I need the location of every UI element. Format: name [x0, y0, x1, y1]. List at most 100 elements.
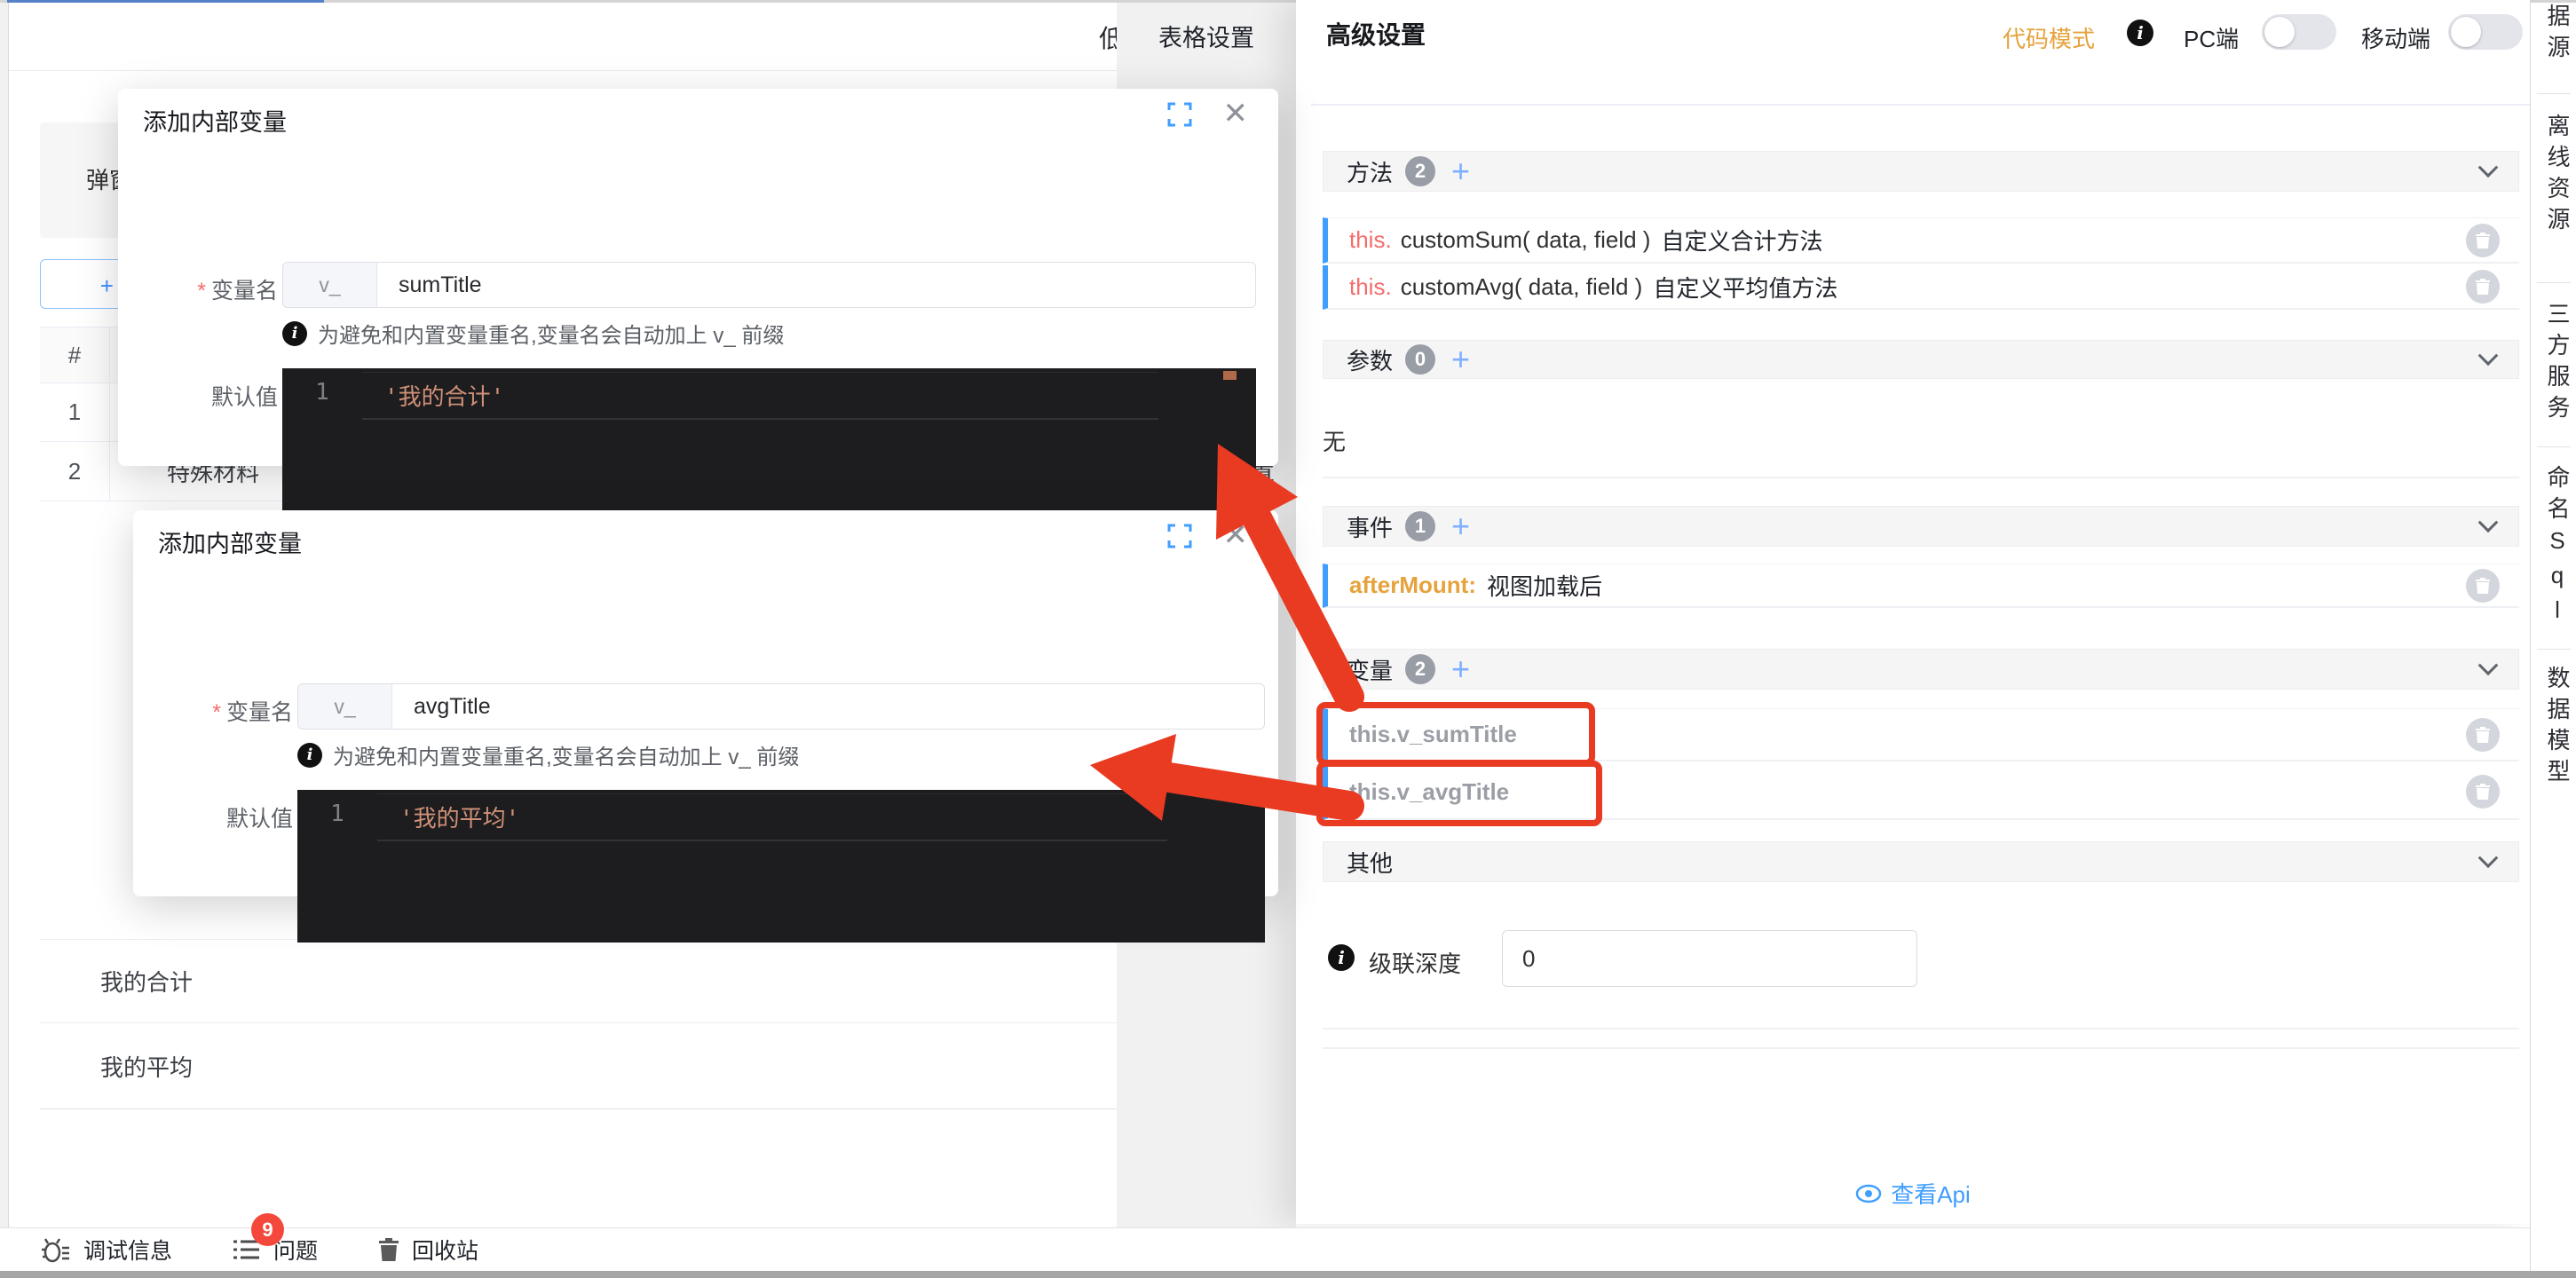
mobile-toggle-label: 移动端	[2361, 26, 2431, 52]
method-row[interactable]: this. customAvg( data, field ) 自定义平均值方法	[1323, 265, 2519, 310]
delete-method-button[interactable]	[2466, 270, 2500, 304]
cascade-depth-input[interactable]	[1502, 930, 1917, 987]
method-desc: 自定义平均值方法	[1653, 274, 1838, 302]
pc-toggle-label: PC端	[2184, 26, 2240, 52]
toggle-knob	[2451, 17, 2481, 47]
chevron-down-icon[interactable]	[2477, 512, 2499, 533]
info-icon: i	[1328, 944, 1355, 971]
annotation-box-avg-variable	[1316, 761, 1602, 826]
debug-info-button[interactable]: 调试信息	[41, 1234, 172, 1266]
current-line-underline	[362, 418, 1158, 420]
table-column-divider	[109, 383, 110, 441]
section-title: 事件	[1347, 514, 1394, 541]
overview-ruler-marker	[1223, 371, 1237, 380]
drawer-divider	[1311, 104, 2530, 106]
section-header-methods[interactable]: 方法 2 +	[1323, 151, 2519, 192]
chevron-down-icon[interactable]	[2477, 848, 2499, 869]
pc-toggle[interactable]	[2262, 14, 2336, 50]
fullscreen-icon[interactable]	[1166, 523, 1193, 549]
trash-icon	[2476, 726, 2490, 743]
chevron-down-icon[interactable]	[2477, 655, 2499, 676]
required-mark: *	[212, 700, 221, 725]
mobile-toggle[interactable]	[2448, 14, 2523, 50]
tab-table-settings[interactable]: 表格设置	[1117, 3, 1296, 69]
info-icon: i	[282, 320, 307, 346]
table-column-divider	[109, 442, 110, 501]
eye-icon	[1855, 1184, 1882, 1203]
strip-item-named-sql[interactable]: 命名Sql	[2532, 465, 2574, 631]
trash-icon	[2476, 577, 2490, 594]
close-icon[interactable]: ✕	[1223, 517, 1249, 553]
count-badge: 2	[1405, 156, 1436, 186]
variable-name-value: sumTitle	[399, 272, 482, 297]
info-icon[interactable]: i	[2127, 20, 2153, 46]
strip-divider	[2537, 93, 2571, 94]
strip-item-services[interactable]: 三方服务	[2532, 302, 2574, 426]
sum-row-label: 我的合计	[100, 969, 194, 996]
event-row[interactable]: afterMount: 视图加载后	[1323, 564, 2519, 608]
section-title: 其他	[1347, 849, 1394, 877]
section-divider	[1323, 1047, 2519, 1049]
fullscreen-icon[interactable]	[1166, 101, 1193, 128]
prefix-hint: i 为避免和内置变量重名,变量名会自动加上 v_ 前缀	[297, 739, 799, 770]
section-header-params[interactable]: 参数 0 +	[1323, 340, 2519, 379]
variable-name-label: * 变量名	[212, 700, 293, 725]
section-header-events[interactable]: 事件 1 +	[1323, 506, 2519, 547]
default-value-label: 默认值	[225, 807, 293, 832]
code-editor[interactable]: 1 '我的平均'	[297, 790, 1265, 943]
add-variable-icon[interactable]: +	[1451, 653, 1470, 685]
chevron-down-icon[interactable]	[2477, 157, 2499, 178]
code-editor[interactable]: 1 '我的合计'	[282, 368, 1256, 519]
left-gutter	[0, 3, 9, 1227]
annotation-box-sum-variable	[1316, 702, 1595, 766]
variable-name-input[interactable]: v_ avgTitle	[297, 683, 1265, 730]
event-name: afterMount:	[1349, 572, 1476, 598]
delete-variable-button[interactable]	[2466, 775, 2500, 809]
info-icon: i	[297, 742, 322, 768]
dialog-title: 添加内部变量	[143, 109, 287, 136]
close-icon[interactable]: ✕	[1223, 96, 1249, 131]
strip-divider	[2537, 282, 2571, 283]
chevron-down-icon[interactable]	[2477, 345, 2499, 367]
add-event-icon[interactable]: +	[1451, 510, 1470, 542]
recycle-bin-button[interactable]: 回收站	[378, 1234, 478, 1266]
variable-name-input[interactable]: v_ sumTitle	[282, 262, 1256, 308]
cascade-depth-label: 级联深度	[1369, 951, 1462, 977]
add-variable-dialog-avg: 添加内部变量 ✕ * 变量名 v_ avgTitle i 为避免和内置变量重名,变…	[133, 510, 1278, 943]
section-divider	[1323, 477, 2519, 478]
view-api-label: 查看Api	[1891, 1181, 1971, 1208]
strip-item-data-model[interactable]: 数据模型	[2532, 666, 2574, 790]
delete-variable-button[interactable]	[2466, 717, 2500, 752]
strip-divider	[2537, 446, 2571, 447]
params-empty-text: 无	[1323, 429, 1347, 455]
view-api-link[interactable]: 查看Api	[1296, 1177, 2530, 1210]
count-badge: 1	[1405, 511, 1436, 541]
event-desc: 视图加载后	[1486, 573, 1602, 600]
dialog-title: 添加内部变量	[158, 531, 302, 557]
delete-method-button[interactable]	[2466, 223, 2500, 257]
variable-name-value: avgTitle	[414, 693, 491, 719]
add-param-icon[interactable]: +	[1451, 343, 1470, 375]
delete-event-button[interactable]	[2466, 568, 2500, 603]
section-title: 变量	[1347, 657, 1394, 684]
table-index-header: #	[67, 341, 82, 368]
strip-divider	[2537, 649, 2571, 650]
section-header-vars[interactable]: 变量 2 +	[1323, 649, 2519, 690]
line-number: 1	[315, 379, 329, 406]
prefix-hint: i 为避免和内置变量重名,变量名会自动加上 v_ 前缀	[282, 318, 784, 349]
add-method-icon[interactable]: +	[1451, 155, 1470, 187]
strip-item-offline[interactable]: 离线资源	[2532, 114, 2574, 238]
code-mode-link[interactable]: 代码模式	[2003, 21, 2095, 54]
required-mark: *	[197, 279, 206, 304]
recycle-bin-label: 回收站	[412, 1239, 479, 1264]
table-summary-row: 我的合计	[40, 939, 1117, 1023]
drawer-title: 高级设置	[1326, 21, 1426, 49]
toggle-knob	[2264, 17, 2295, 47]
method-row[interactable]: this. customSum( data, field ) 自定义合计方法	[1323, 217, 2519, 264]
app-window: 低 弹窗 + 新增 # 1 2 特殊材料 ¥ 666.00 元 我的合计 我的平…	[0, 0, 2576, 1278]
section-header-other[interactable]: 其他	[1323, 841, 2519, 882]
trash-icon	[2476, 232, 2490, 248]
trash-icon	[379, 1238, 399, 1261]
variable-name-label: * 变量名	[197, 279, 278, 304]
strip-item-datasource[interactable]: 据源	[2532, 4, 2574, 66]
